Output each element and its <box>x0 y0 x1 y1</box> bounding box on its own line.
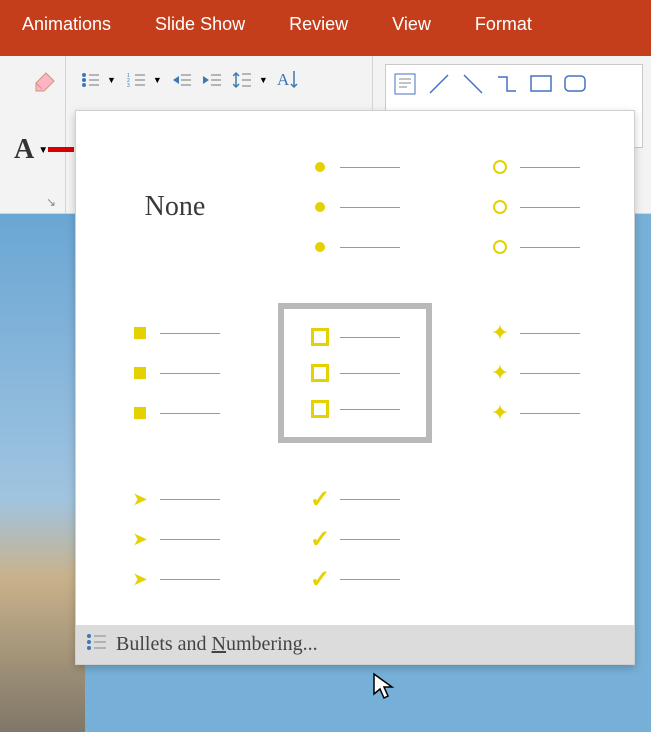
rectangle-shape[interactable] <box>528 71 554 97</box>
chevron-down-icon[interactable]: ▼ <box>259 75 268 85</box>
bullet-option-filled-square[interactable] <box>98 303 252 443</box>
numbering-button[interactable]: 123 <box>124 70 150 90</box>
letter-a-icon: A <box>14 134 34 166</box>
font-color-button[interactable]: A▼ <box>14 134 74 166</box>
bullet-option-checkmark[interactable]: ✓ ✓ ✓ <box>278 469 432 609</box>
decrease-indent-button[interactable] <box>170 70 196 90</box>
svg-text:3: 3 <box>127 83 130 88</box>
line-shape[interactable] <box>460 71 486 97</box>
bullet-option-arrow[interactable]: ➤ ➤ ➤ <box>98 469 252 609</box>
svg-text:A: A <box>277 70 290 89</box>
bullet-option-hollow-square[interactable] <box>278 303 432 443</box>
bullet-option-filled-round[interactable] <box>278 137 432 277</box>
clear-formatting-button[interactable] <box>30 69 58 93</box>
color-bar <box>48 147 74 152</box>
bullet-option-hollow-round[interactable] <box>458 137 612 277</box>
rounded-rectangle-shape[interactable] <box>562 71 588 97</box>
chevron-down-icon[interactable]: ▼ <box>107 75 116 85</box>
menu-label: Bullets and Numbering... <box>116 633 318 656</box>
elbow-connector-shape[interactable] <box>494 71 520 97</box>
tab-view[interactable]: View <box>370 0 453 56</box>
chevron-down-icon: ▼ <box>38 145 48 156</box>
line-spacing-button[interactable] <box>230 70 256 90</box>
bullets-button[interactable] <box>78 70 104 90</box>
line-shape[interactable] <box>426 71 452 97</box>
tab-format[interactable]: Format <box>453 0 554 56</box>
increase-indent-button[interactable] <box>200 70 226 90</box>
ribbon-tabs: Animations Slide Show Review View Format <box>0 0 651 56</box>
bullets-dropdown: None ✦ ✦ ✦ ➤ ➤ <box>75 110 635 665</box>
bullets-and-numbering-menuitem[interactable]: Bullets and Numbering... <box>76 625 634 664</box>
slide-image <box>0 214 85 732</box>
chevron-down-icon[interactable]: ▼ <box>153 75 162 85</box>
tab-slideshow[interactable]: Slide Show <box>133 0 267 56</box>
bullet-option-none[interactable]: None <box>98 137 252 277</box>
tab-animations[interactable]: Animations <box>0 0 133 56</box>
list-icon <box>86 633 108 656</box>
textbox-shape[interactable] <box>392 71 418 97</box>
text-direction-button[interactable]: A <box>276 70 302 90</box>
bullet-option-star[interactable]: ✦ ✦ ✦ <box>458 303 612 443</box>
tab-review[interactable]: Review <box>267 0 370 56</box>
